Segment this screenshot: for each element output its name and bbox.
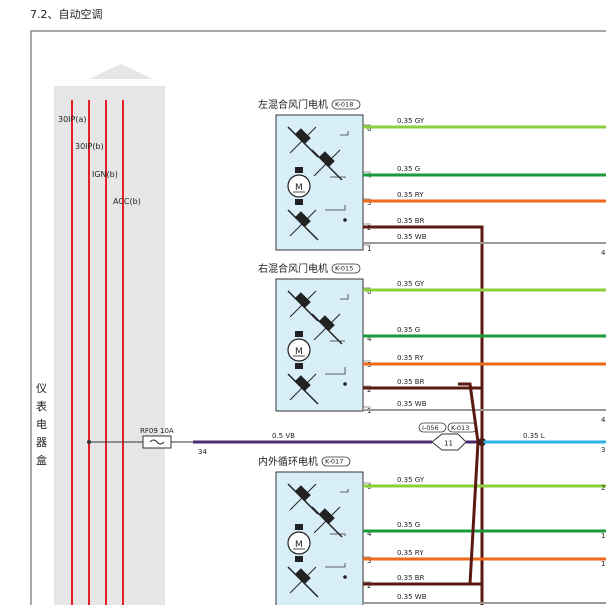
motor-code: K-017 [325,458,343,466]
fuse-pin: 34 [198,448,207,456]
instrument-box [54,86,165,605]
box-arrow-up-icon [89,64,153,79]
box-label-char: 表 [36,399,47,413]
box-label-char: 仪 [36,382,47,395]
right-pin-number: 3 [601,446,605,454]
wire-label: 0.35 GY [397,280,425,288]
box-label-char: 电 [36,418,47,431]
inner-dot [343,382,347,386]
wire-label: 0.35 WB [397,593,427,601]
wire-label: 0.35 BR [397,574,425,582]
wire-label: 0.35 BR [397,378,425,386]
motor-brush-top [295,524,303,530]
motor-brush-top [295,167,303,173]
connector-i056: I-056 [422,424,439,432]
rail-label-30ip-a: 30IP(a) [58,115,87,124]
wiring-diagram: 30IP(a) 30IP(b) IGN(b) ACC(b) 仪 表 电 器 盒 … [30,30,606,605]
fuse-label: RF09 10A [140,427,174,435]
wire-br-cross-lower [468,441,480,585]
motor-brush-bottom [295,363,303,369]
wire-label: 0.35 RY [397,354,424,362]
motor-module-3: 内外循环电机K-017M64320.35 GY0.35 G0.35 RY0.35… [258,455,606,605]
motor-title: 右混合风门电机 [258,262,328,275]
rail-label-acc-b: ACC(b) [113,197,141,206]
inner-dot [343,218,347,222]
motor-brush-bottom [295,556,303,562]
wire-label: 0.35 GY [397,117,425,125]
pin-number: 1 [367,245,371,253]
motor-code: K-018 [335,101,353,109]
motor-brush-top [295,331,303,337]
wire-l-label: 0.35 L [523,432,545,440]
motor-modules: 左混合风门电机K-018M643210.35 GY0.35 G0.35 RY0.… [258,98,606,605]
motor-symbol: M [295,183,303,193]
wire-vb-label: 0.5 VB [272,432,295,440]
wire-label: 0.35 WB [397,400,427,408]
box-label: 仪 表 电 器 盒 [36,382,47,467]
right-pin-number: 1 [601,532,605,540]
wire-label: 0.35 G [397,165,420,173]
wire-label: 0.35 G [397,521,420,529]
inner-dot [343,575,347,579]
rail-label-ign-b: IGN(b) [92,170,118,179]
wire-label: 0.35 BR [397,217,425,225]
wire-br [363,386,484,605]
box-label-char: 器 [36,436,47,449]
motor-title: 内外循环电机 [258,455,318,468]
wire-label: 0.35 GY [397,476,425,484]
wire-label: 0.35 RY [397,549,424,557]
box-label-char: 盒 [36,453,47,467]
motor-brush-bottom [295,199,303,205]
connector-k013: K-013 [451,424,469,432]
motor-symbol: M [295,540,303,550]
right-pin-number: 1 [601,560,605,568]
wire-label: 0.35 G [397,326,420,334]
right-pin-number: 2 [601,484,605,492]
wire-label: 0.35 WB [397,233,427,241]
motor-title: 左混合风门电机 [258,98,328,111]
motor-code: K-015 [335,265,353,273]
wire-br-cross [458,382,480,443]
rail-label-30ip-b: 30IP(b) [75,142,104,151]
right-pin-number: 4 [601,249,606,257]
wire-label: 0.35 RY [397,191,424,199]
splice-label: 11 [444,440,453,448]
right-pin-number: 4 [601,416,606,424]
motor-symbol: M [295,347,303,357]
